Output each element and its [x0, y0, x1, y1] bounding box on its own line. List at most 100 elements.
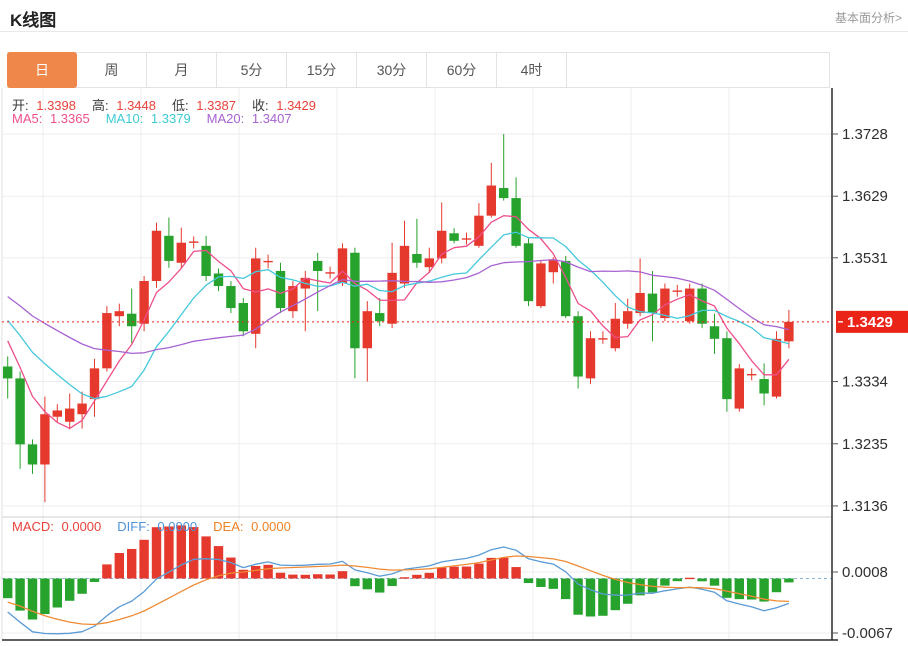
candle	[102, 313, 111, 368]
candle	[499, 188, 508, 198]
candle	[325, 272, 334, 273]
candle	[772, 339, 781, 397]
candle	[673, 290, 682, 291]
macd-bar	[214, 546, 223, 578]
price-tick-label: 1.3334	[842, 374, 888, 391]
macd-bar	[673, 579, 682, 582]
candle	[251, 258, 260, 333]
macd-bar	[350, 579, 359, 587]
candle	[263, 261, 272, 262]
candle	[586, 338, 595, 378]
macd-bar	[722, 579, 731, 598]
macd-bar	[276, 573, 285, 579]
candle	[313, 261, 322, 271]
macd-bar	[77, 579, 86, 594]
fundamental-analysis-link[interactable]: 基本面分析>	[835, 9, 902, 26]
candle	[536, 263, 545, 306]
price-tick-label: 1.3235	[842, 436, 888, 453]
macd-bar	[189, 527, 198, 578]
macd-bar	[536, 579, 545, 587]
macd-bar	[53, 579, 62, 608]
price-tick-label: 1.3136	[842, 498, 888, 515]
candle	[53, 410, 62, 416]
candle	[697, 289, 706, 324]
price-tick-label: 1.3629	[842, 188, 888, 205]
candle	[375, 313, 384, 321]
macd-bar	[425, 573, 434, 579]
macd-bar	[697, 579, 706, 582]
candle	[77, 404, 86, 415]
macd-bar	[40, 579, 49, 615]
tab-15分[interactable]: 15分	[287, 53, 357, 87]
title-separator	[0, 31, 908, 32]
macd-bar	[561, 579, 570, 600]
candle	[115, 311, 124, 316]
macd-bar	[226, 558, 235, 579]
candle	[3, 366, 12, 378]
candle	[462, 238, 471, 239]
candle	[189, 241, 198, 242]
candle	[226, 286, 235, 308]
macd-bar	[524, 579, 533, 584]
macd-bar	[338, 571, 347, 578]
tab-30分[interactable]: 30分	[357, 53, 427, 87]
macd-bar	[301, 575, 310, 579]
macd-bar	[586, 579, 595, 617]
macd-bar	[201, 536, 210, 578]
candle	[164, 236, 173, 261]
ma20-line	[8, 260, 789, 354]
candle	[474, 216, 483, 246]
tab-月[interactable]: 月	[147, 53, 217, 87]
macd-bar	[549, 579, 558, 589]
candle	[747, 374, 756, 375]
candle	[549, 260, 558, 272]
candle	[15, 378, 24, 444]
macd-bar	[313, 574, 322, 578]
macd-tick-label: -0.0067	[842, 625, 893, 642]
candle	[784, 322, 793, 341]
macd-bar	[325, 574, 334, 578]
candle	[338, 248, 347, 283]
macd-bar	[375, 579, 384, 593]
macd-bar	[127, 549, 136, 579]
macd-bar	[288, 575, 297, 579]
tab-日[interactable]: 日	[7, 52, 77, 88]
macd-tick-label: 0.0008	[842, 564, 888, 581]
period-tabbar: 日周月5分15分30分60分4时	[7, 52, 830, 88]
tab-4时[interactable]: 4时	[497, 53, 567, 87]
candle	[598, 338, 607, 339]
macd-bar	[400, 577, 409, 578]
candle	[524, 243, 533, 301]
macd-bar	[115, 553, 124, 578]
candle	[561, 261, 570, 316]
macd-bar	[3, 579, 12, 599]
candle	[722, 338, 731, 399]
macd-bar	[449, 567, 458, 579]
macd-bar	[177, 525, 186, 578]
macd-bar	[474, 564, 483, 579]
candle	[710, 326, 719, 339]
candle	[177, 243, 186, 263]
candle	[276, 271, 285, 308]
candle	[239, 303, 248, 331]
candle	[65, 409, 74, 422]
macd-bar	[511, 567, 520, 578]
last-price-badge-text: 1.3429	[847, 314, 893, 331]
macd-bar	[387, 579, 396, 587]
macd-bar	[462, 567, 471, 579]
macd-bar	[152, 527, 161, 578]
candle	[400, 246, 409, 284]
chart-canvas[interactable]: 1.37281.36291.35311.34291.33341.32351.31…	[0, 88, 908, 646]
kline-widget: { "header": { "title": "K线图", "link_labe…	[0, 0, 908, 646]
candle	[648, 294, 657, 313]
macd-bar	[90, 579, 99, 582]
macd-bar	[660, 579, 669, 586]
candle	[759, 379, 768, 393]
price-tick-label: 1.3728	[842, 126, 888, 143]
tab-60分[interactable]: 60分	[427, 53, 497, 87]
candle	[350, 253, 359, 349]
candle	[511, 198, 520, 246]
tab-5分[interactable]: 5分	[217, 53, 287, 87]
tab-周[interactable]: 周	[77, 53, 147, 87]
macd-bar	[710, 579, 719, 586]
